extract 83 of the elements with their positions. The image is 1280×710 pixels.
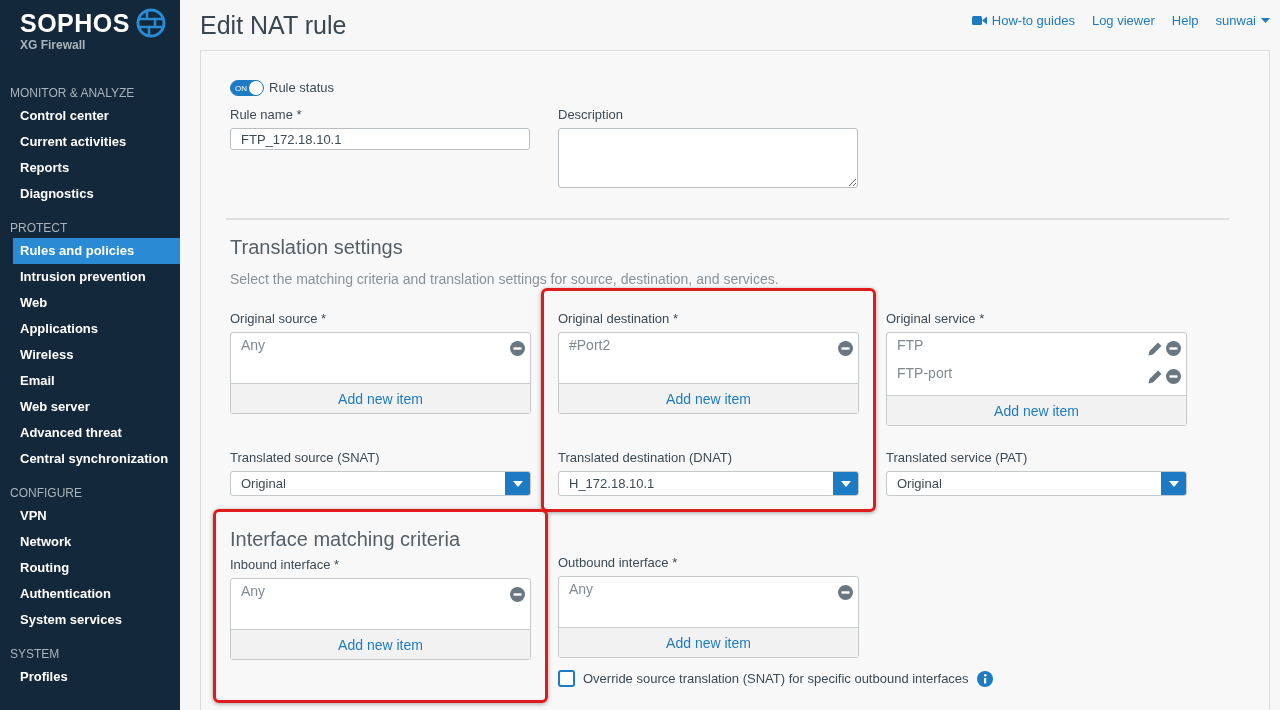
video-camera-icon [971, 14, 987, 26]
rule-name-field[interactable]: FTP_172.18.10.1 [230, 128, 530, 150]
header-link[interactable]: How-to guides [971, 12, 1075, 28]
nav-item[interactable]: Web [13, 290, 180, 316]
nav-item[interactable]: Reports [13, 155, 180, 181]
list-item-text: Any [569, 580, 594, 597]
field-label: Original service * [886, 311, 986, 326]
nav-item[interactable]: Routing [13, 555, 180, 581]
description-field[interactable] [558, 128, 858, 188]
dropdown-field[interactable]: Original [230, 471, 531, 496]
field-label: Translated destination (DNAT) [558, 449, 734, 465]
header-link[interactable]: Help [1171, 12, 1199, 28]
nav-item[interactable]: Profiles [13, 664, 180, 690]
nav-section-heading: SYSTEM [9, 646, 61, 663]
add-new-item-button[interactable]: Add new item [559, 627, 858, 657]
caret-icon [1168, 480, 1179, 487]
pencil-icon [1147, 369, 1163, 385]
globe-grid-icon [136, 8, 166, 38]
list-item-text: #Port2 [569, 336, 611, 353]
dropdown-field[interactable]: Original [886, 471, 1187, 496]
item-list-field[interactable]: #Port2 Add new item [558, 332, 859, 414]
list-item-text: Any [241, 336, 266, 353]
nav-item[interactable]: System services [13, 607, 180, 633]
item-list-field[interactable]: Any Add new item [230, 578, 531, 660]
nav-item[interactable]: Current activities [13, 129, 180, 155]
item-list-field[interactable]: Any Add new item [558, 576, 859, 658]
rule-status-toggle[interactable]: ON [230, 80, 264, 96]
item-list-field[interactable]: FTP FTP-port Add new item [886, 332, 1187, 426]
add-new-item-button[interactable]: Add new item [231, 383, 530, 413]
list-item-text: FTP [897, 336, 924, 353]
field-label: Translated service (PAT) [886, 449, 1029, 465]
nav-item[interactable]: Applications [13, 316, 180, 342]
field-label: Rule name * [230, 107, 303, 122]
nav-item[interactable]: Central synchronization [13, 446, 180, 472]
nav-item[interactable]: Intrusion prevention [13, 264, 180, 290]
remove-icon [510, 341, 525, 356]
pencil-icon [1147, 341, 1163, 357]
nav-item[interactable]: Rules and policies [13, 238, 180, 264]
section-heading: Translation settings [230, 236, 404, 259]
field-label: Original destination * [558, 311, 679, 326]
nav-item[interactable]: VPN [13, 503, 180, 529]
checkbox-label: Override source translation (SNAT) for specific outbound interfaces [583, 671, 969, 686]
nav-item[interactable]: Web server [13, 394, 180, 420]
nav-section-heading: MONITOR & ANALYZE [9, 85, 136, 102]
item-list-field[interactable]: Any Add new item [230, 332, 531, 414]
caret-icon [1261, 17, 1270, 23]
page-title: Edit NAT rule [200, 10, 347, 40]
nav-item[interactable]: Network [13, 529, 180, 555]
checkbox[interactable] [558, 670, 575, 687]
toggle-label: Rule status [269, 79, 335, 95]
brand-logo-text: SOPHOS [20, 8, 130, 38]
info-icon [976, 670, 993, 687]
remove-icon [510, 587, 525, 602]
nav-section-heading: CONFIGURE [9, 485, 83, 502]
header-link[interactable]: Log viewer [1091, 12, 1155, 28]
field-label: Inbound interface * [230, 557, 341, 572]
nav-item[interactable]: Authentication [13, 581, 180, 607]
list-item-text: FTP-port [897, 364, 953, 381]
nav-item[interactable]: Advanced threat [13, 420, 180, 446]
caret-icon [840, 480, 851, 487]
remove-icon [1166, 369, 1181, 384]
section-heading: Interface matching criteria [230, 528, 462, 551]
nav-item[interactable]: Diagnostics [13, 181, 180, 207]
field-label: Original source * [230, 311, 328, 326]
remove-icon [838, 341, 853, 356]
add-new-item-button[interactable]: Add new item [887, 395, 1186, 425]
field-label: Translated source (SNAT) [230, 449, 381, 465]
dropdown-field[interactable]: H_172.18.10.1 [558, 471, 859, 496]
list-item-text: Any [241, 582, 266, 599]
add-new-item-button[interactable]: Add new item [559, 383, 858, 413]
nav-section-heading: PROTECT [9, 220, 69, 237]
field-label: Description [558, 107, 625, 122]
add-new-item-button[interactable]: Add new item [231, 629, 530, 659]
field-label: Outbound interface * [558, 555, 679, 570]
nav-item[interactable]: Control center [13, 103, 180, 129]
header-link[interactable]: sunwai [1215, 12, 1270, 28]
nav-item[interactable]: Wireless [13, 342, 180, 368]
nav-item[interactable]: Email [13, 368, 180, 394]
section-description: Select the matching criteria and translation settings for source, destination, and services. [230, 271, 780, 287]
product-name: XG Firewall [20, 38, 87, 52]
remove-icon [1166, 341, 1181, 356]
remove-icon [838, 585, 853, 600]
caret-icon [512, 480, 523, 487]
